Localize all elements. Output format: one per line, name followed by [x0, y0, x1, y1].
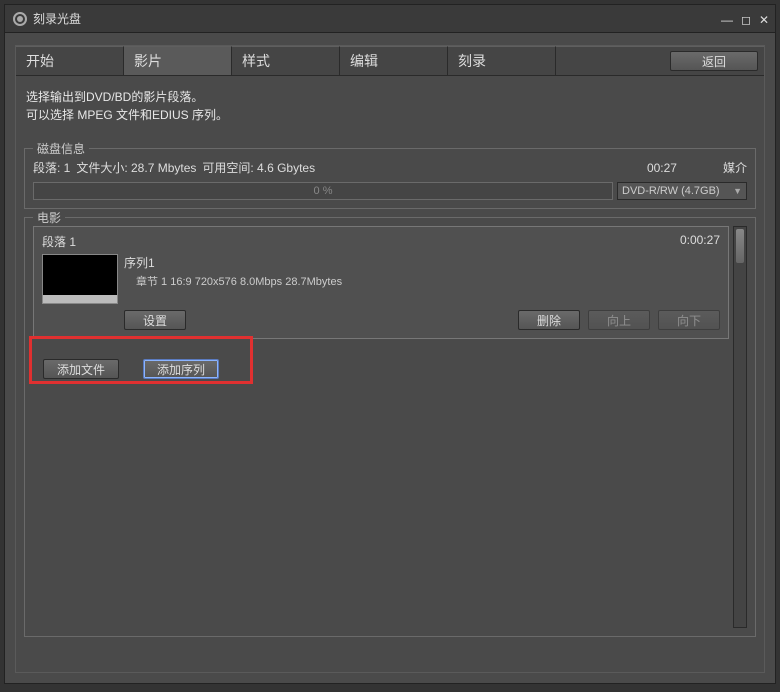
tab-edit[interactable]: 编辑 [340, 46, 448, 75]
tab-style[interactable]: 样式 [232, 46, 340, 75]
tab-burn[interactable]: 刻录 [448, 46, 556, 75]
disk-progress-text: 0 % [314, 185, 333, 197]
segment-info: 序列1 章节 1 16:9 720x576 8.0Mbps 28.7Mbytes [124, 254, 720, 304]
movie-main: 段落 1 0:00:27 序列1 章节 1 16:9 720x576 8.0Mb… [33, 226, 729, 628]
sequence-meta: 章节 1 16:9 720x576 8.0Mbps 28.7Mbytes [124, 273, 720, 289]
disk-time: 00:27 [647, 161, 677, 175]
disk-filesize: 文件大小: 28.7 Mbytes [76, 159, 196, 176]
add-row: 添加文件 添加序列 [33, 359, 729, 379]
disk-info-legend: 磁盘信息 [33, 140, 89, 157]
move-up-button[interactable]: 向上 [588, 310, 650, 330]
description-line-1: 选择输出到DVD/BD的影片段落。 [26, 88, 754, 106]
tab-start[interactable]: 开始 [16, 46, 124, 75]
app-window: 刻录光盘 — ◻ ✕ 开始 影片 样式 编辑 刻录 返回 选择输出到DVD/BD… [4, 4, 776, 684]
sequence-title: 序列1 [124, 254, 720, 271]
move-down-button[interactable]: 向下 [658, 310, 720, 330]
add-sequence-button[interactable]: 添加序列 [143, 359, 219, 379]
disk-info-row: 段落: 1 文件大小: 28.7 Mbytes 可用空间: 4.6 Gbytes… [33, 159, 747, 176]
minimize-button[interactable]: — [721, 13, 733, 27]
movie-group: 电影 段落 1 0:00:27 序列1 章节 1 16:9 720x576 [24, 217, 756, 637]
disk-progress: 0 % [33, 182, 613, 200]
media-select[interactable]: DVD-R/RW (4.7GB) ▼ [617, 182, 747, 200]
movie-legend: 电影 [33, 209, 65, 226]
window-title: 刻录光盘 [33, 10, 81, 27]
description: 选择输出到DVD/BD的影片段落。 可以选择 MPEG 文件和EDIUS 序列。 [16, 76, 764, 130]
close-button[interactable]: ✕ [759, 13, 769, 27]
tab-movie[interactable]: 影片 [124, 46, 232, 75]
chevron-down-icon: ▼ [733, 186, 742, 196]
return-wrap: 返回 [664, 46, 764, 75]
scrollbar-thumb[interactable] [736, 229, 744, 263]
maximize-button[interactable]: ◻ [741, 13, 751, 27]
disc-icon [13, 12, 27, 26]
return-button[interactable]: 返回 [670, 51, 758, 71]
content-panel: 开始 影片 样式 编辑 刻录 返回 选择输出到DVD/BD的影片段落。 可以选择… [15, 45, 765, 673]
window-controls: — ◻ ✕ [721, 13, 769, 27]
tab-bar: 开始 影片 样式 编辑 刻录 返回 [16, 46, 764, 76]
segment-duration: 0:00:27 [680, 233, 720, 250]
titlebar: 刻录光盘 — ◻ ✕ [5, 5, 775, 33]
disk-info-group: 磁盘信息 段落: 1 文件大小: 28.7 Mbytes 可用空间: 4.6 G… [24, 148, 756, 209]
tab-spacer [556, 46, 664, 75]
media-selected-value: DVD-R/RW (4.7GB) [622, 185, 720, 197]
movie-scrollbar[interactable] [733, 226, 747, 628]
media-label: 媒介 [723, 159, 747, 176]
disk-freespace: 可用空间: 4.6 Gbytes [202, 159, 315, 176]
disk-segments: 段落: 1 [33, 159, 70, 176]
description-line-2: 可以选择 MPEG 文件和EDIUS 序列。 [26, 106, 754, 124]
add-file-button[interactable]: 添加文件 [43, 359, 119, 379]
delete-button[interactable]: 删除 [518, 310, 580, 330]
segment-thumbnail[interactable] [42, 254, 118, 304]
progress-row: 0 % DVD-R/RW (4.7GB) ▼ [33, 182, 747, 200]
segment-name: 段落 1 [42, 233, 76, 250]
segment-item[interactable]: 段落 1 0:00:27 序列1 章节 1 16:9 720x576 8.0Mb… [33, 226, 729, 339]
settings-button[interactable]: 设置 [124, 310, 186, 330]
